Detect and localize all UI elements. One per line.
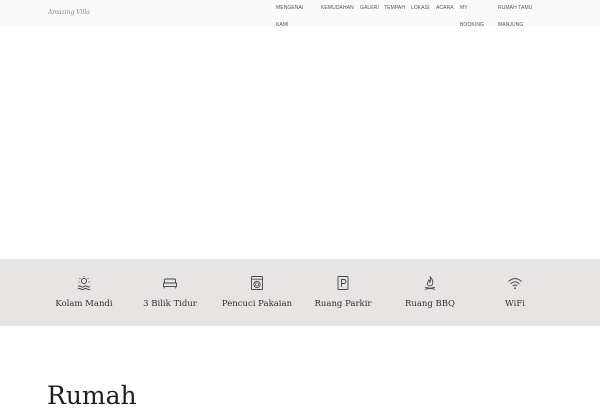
site-logo[interactable]: Amazing Villa xyxy=(48,6,90,20)
amenities-band: Kolam Mandi 3 Bilik Tidur Pencuci Pakaia… xyxy=(0,259,600,326)
nav-item-acara[interactable]: ACARA xyxy=(436,0,454,17)
logo-text: Amazing Villa xyxy=(48,9,90,16)
hero-area xyxy=(0,27,600,259)
pool-icon xyxy=(77,276,91,291)
amenity-label: Kolam Mandi xyxy=(55,299,113,309)
washing-machine-icon xyxy=(251,276,263,290)
section-title: Rumah xyxy=(47,381,137,410)
amenity-bedrooms: 3 Bilik Tidur xyxy=(120,259,220,326)
amenity-label: Ruang Parkir xyxy=(314,299,372,309)
amenity-pool: Kolam Mandi xyxy=(34,259,134,326)
amenity-label: Pencuci Pakaian xyxy=(221,299,293,309)
amenity-label: WiFi xyxy=(505,299,525,309)
nav-item-mengenai-kami[interactable]: MENGENAI xyxy=(276,0,303,17)
bed-icon xyxy=(163,278,177,289)
wifi-icon xyxy=(508,278,522,290)
nav-item-my-booking[interactable]: MY xyxy=(460,0,468,17)
nav-item-kemudahan[interactable]: KEMUDAHAN xyxy=(321,0,354,17)
amenity-label: 3 Bilik Tidur xyxy=(143,299,197,309)
amenity-parking: Ruang Parkir xyxy=(293,259,393,326)
bbq-fire-icon xyxy=(424,276,436,290)
nav-item-galeri[interactable]: GALERI xyxy=(360,0,379,17)
amenity-wifi: WiFi xyxy=(465,259,565,326)
nav-item-lokasi[interactable]: LOKASI xyxy=(411,0,430,17)
nav-item-rumah-tamu-manjung[interactable]: RUMAH TAMU xyxy=(498,0,532,17)
nav-item-tempah[interactable]: TEMPAH xyxy=(384,0,405,17)
site-header: Amazing Villa MENGENAI KAMI KEMUDAHAN GA… xyxy=(0,0,600,28)
amenity-laundry: Pencuci Pakaian xyxy=(207,259,307,326)
parking-icon xyxy=(337,276,349,290)
